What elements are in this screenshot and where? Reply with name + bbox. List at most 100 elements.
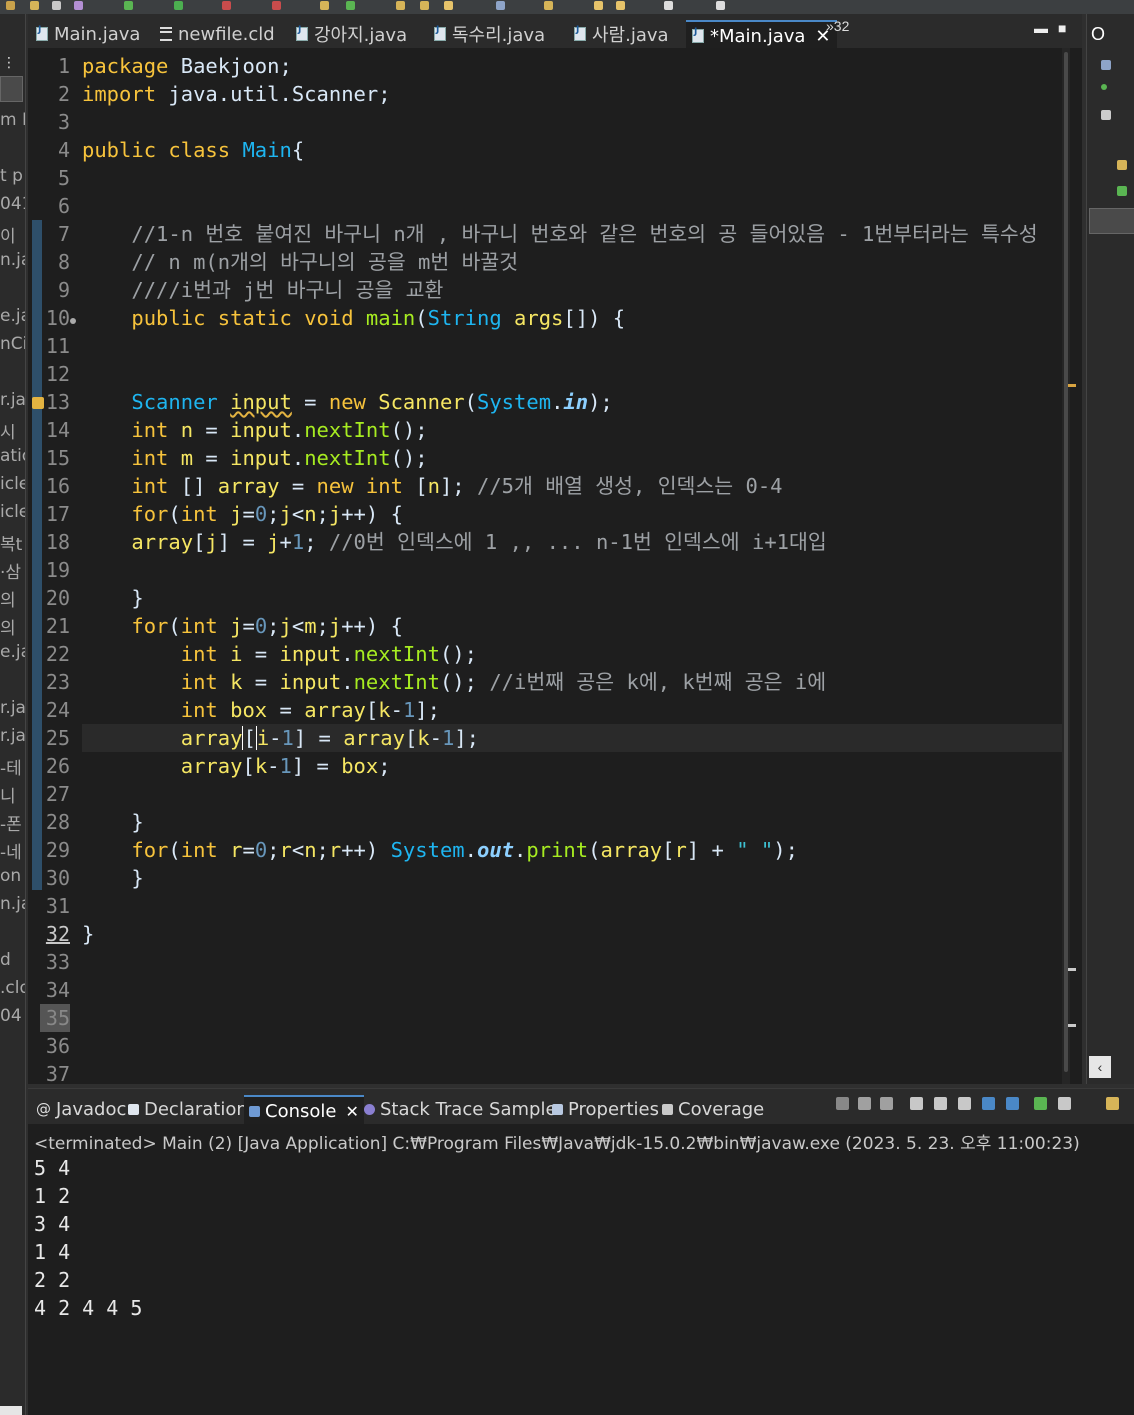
console-line: 5 4 xyxy=(34,1156,71,1180)
tab-javadoc[interactable]: @ Javadoc xyxy=(36,1095,126,1123)
toolbar-debug-icon[interactable] xyxy=(124,1,133,10)
scroll-lock-icon[interactable] xyxy=(934,1097,947,1110)
code-line: for(int j=0;j<m;j++) { xyxy=(131,614,403,638)
explorer-item-fragment[interactable]: -네 xyxy=(0,838,25,863)
outline-item-icon[interactable] xyxy=(1117,186,1127,196)
outline-button[interactable] xyxy=(1089,208,1134,234)
toolbar-pen-icon[interactable] xyxy=(444,1,453,10)
overview-marker[interactable] xyxy=(1068,1024,1076,1027)
remove-launch-icon[interactable] xyxy=(858,1097,871,1110)
explorer-item-fragment[interactable]: 의 xyxy=(0,614,25,639)
toolbar-annotation-icon[interactable] xyxy=(544,1,553,10)
overview-marker[interactable] xyxy=(1068,968,1076,971)
explorer-item-fragment[interactable]: icle xyxy=(0,474,25,494)
outline-item-icon[interactable] xyxy=(1117,160,1127,170)
toolbar-tool-icon[interactable] xyxy=(74,1,83,10)
console-icon xyxy=(249,1105,260,1117)
maximize-icon[interactable]: ■ xyxy=(1058,20,1066,36)
explorer-item-fragment[interactable]: n.ja xyxy=(0,250,25,270)
toolbar-search-icon[interactable] xyxy=(496,1,505,10)
explorer-item-fragment[interactable]: e.ja xyxy=(0,306,25,326)
explorer-item-fragment[interactable]: d xyxy=(0,950,25,970)
outline-item-icon[interactable] xyxy=(1101,110,1111,120)
tab-stack-trace[interactable]: Stack Trace Sample xyxy=(364,1095,557,1123)
scroll-left-arrow-icon[interactable]: ‹ xyxy=(1089,1056,1111,1078)
explorer-item-fragment[interactable]: .cld xyxy=(0,978,25,998)
toolbar-save-icon[interactable] xyxy=(6,1,15,10)
explorer-item-fragment[interactable]: -테 xyxy=(0,754,25,779)
tab-label: newfile.cld xyxy=(178,23,275,45)
tab-coverage[interactable]: Coverage xyxy=(662,1095,764,1123)
toolbar-open-type-icon[interactable] xyxy=(396,1,405,10)
explorer-item-fragment[interactable]: ·삼 xyxy=(0,558,25,583)
tab-label: Properties xyxy=(568,1098,659,1120)
editor-tab[interactable]: newfile.cld xyxy=(160,20,275,48)
explorer-item-fragment[interactable]: 니 xyxy=(0,782,25,807)
toolbar-open-resource-icon[interactable] xyxy=(420,1,429,10)
explorer-item-fragment[interactable]: icle xyxy=(0,502,25,522)
tab-console[interactable]: Console ✕ xyxy=(244,1095,364,1125)
outline-toolbar-icon[interactable] xyxy=(1101,60,1111,70)
tab-overflow-button[interactable]: »32 xyxy=(826,18,849,34)
editor-tab-active[interactable]: *Main.java ✕ xyxy=(686,20,837,50)
warning-icon[interactable] xyxy=(32,397,44,409)
explorer-item-fragment[interactable]: on xyxy=(0,866,25,886)
toolbar-new-class-icon[interactable] xyxy=(320,1,329,10)
explorer-item-fragment[interactable]: r.jav xyxy=(0,698,25,718)
code-lines[interactable]: package Baekjoon; import java.util.Scann… xyxy=(82,52,1062,948)
line-number: 22 xyxy=(45,642,70,666)
explorer-item-fragment[interactable]: 041 xyxy=(0,194,25,214)
toolbar-forward-icon[interactable] xyxy=(616,1,625,10)
word-wrap-icon[interactable] xyxy=(958,1097,971,1110)
minimize-icon[interactable]: ▬ xyxy=(1034,20,1048,36)
toolbar-print-icon[interactable] xyxy=(52,1,61,10)
tab-properties[interactable]: Properties xyxy=(552,1095,659,1123)
show-stderr-icon[interactable] xyxy=(1006,1097,1019,1110)
view-menu-icon[interactable]: ⋮ xyxy=(2,54,16,71)
editor-tab[interactable]: 사람.java xyxy=(574,20,669,48)
explorer-item-fragment[interactable]: 시 xyxy=(0,418,25,443)
tab-declaration[interactable]: Declaration xyxy=(128,1095,248,1123)
explorer-item-fragment[interactable]: 의 xyxy=(0,586,25,611)
overview-warning-marker[interactable] xyxy=(1068,384,1076,387)
explorer-item-fragment[interactable]: r.jav xyxy=(0,726,25,746)
explorer-item-fragment[interactable]: n.ja xyxy=(0,894,25,914)
scrollbar-thumb[interactable] xyxy=(1064,52,1068,1072)
show-stdout-icon[interactable] xyxy=(982,1097,995,1110)
editor-tab[interactable]: 독수리.java xyxy=(434,20,545,48)
remove-all-icon[interactable] xyxy=(880,1097,893,1110)
expand-arrow-icon[interactable]: › xyxy=(0,1406,22,1415)
editor-tab[interactable]: Main.java xyxy=(36,20,140,48)
display-console-icon[interactable] xyxy=(1058,1097,1071,1110)
explorer-item-fragment[interactable]: atio xyxy=(0,446,25,466)
open-console-icon[interactable] xyxy=(1106,1097,1119,1110)
clear-console-icon[interactable] xyxy=(910,1097,923,1110)
explorer-item-fragment[interactable]: 04 xyxy=(0,1006,25,1026)
explorer-item-fragment[interactable]: m L xyxy=(0,110,25,130)
explorer-item-fragment[interactable]: -폰 xyxy=(0,810,25,835)
editor-tab[interactable]: 강아지.java xyxy=(296,20,407,48)
collapse-button[interactable] xyxy=(0,76,23,102)
explorer-item-fragment[interactable]: t p xyxy=(0,166,25,186)
explorer-item-fragment[interactable]: 이 xyxy=(0,222,25,247)
terminate-icon[interactable] xyxy=(836,1097,849,1110)
toolbar-external-icon[interactable] xyxy=(272,1,281,10)
explorer-item-fragment[interactable]: nCi xyxy=(0,334,25,354)
fold-marker-icon[interactable] xyxy=(70,318,76,324)
toolbar-folder-icon[interactable] xyxy=(30,1,39,10)
explorer-item-fragment[interactable]: e.jav xyxy=(0,642,25,662)
explorer-item-fragment[interactable]: r.jav xyxy=(0,390,25,410)
pin-console-icon[interactable] xyxy=(1034,1097,1047,1110)
toolbar-coverage-icon[interactable] xyxy=(222,1,231,10)
outline-item-icon[interactable] xyxy=(1101,84,1107,90)
editor-vertical-scrollbar[interactable] xyxy=(1062,48,1070,1084)
toolbar-refresh-icon[interactable] xyxy=(346,1,355,10)
console-output-area[interactable]: <terminated> Main (2) [Java Application]… xyxy=(28,1124,1134,1415)
toolbar-back-icon[interactable] xyxy=(594,1,603,10)
toolbar-nav-icon[interactable] xyxy=(664,1,673,10)
explorer-item-fragment[interactable]: 복t xyxy=(0,530,25,555)
code-editor[interactable]: 1 2 3 4 5 6 7 8 9 10 11 12 13 14 15 16 1… xyxy=(28,48,1082,1086)
toolbar-perspective-icon[interactable] xyxy=(716,1,725,10)
close-tab-icon[interactable]: ✕ xyxy=(345,1102,358,1121)
toolbar-run-icon[interactable] xyxy=(174,1,183,10)
